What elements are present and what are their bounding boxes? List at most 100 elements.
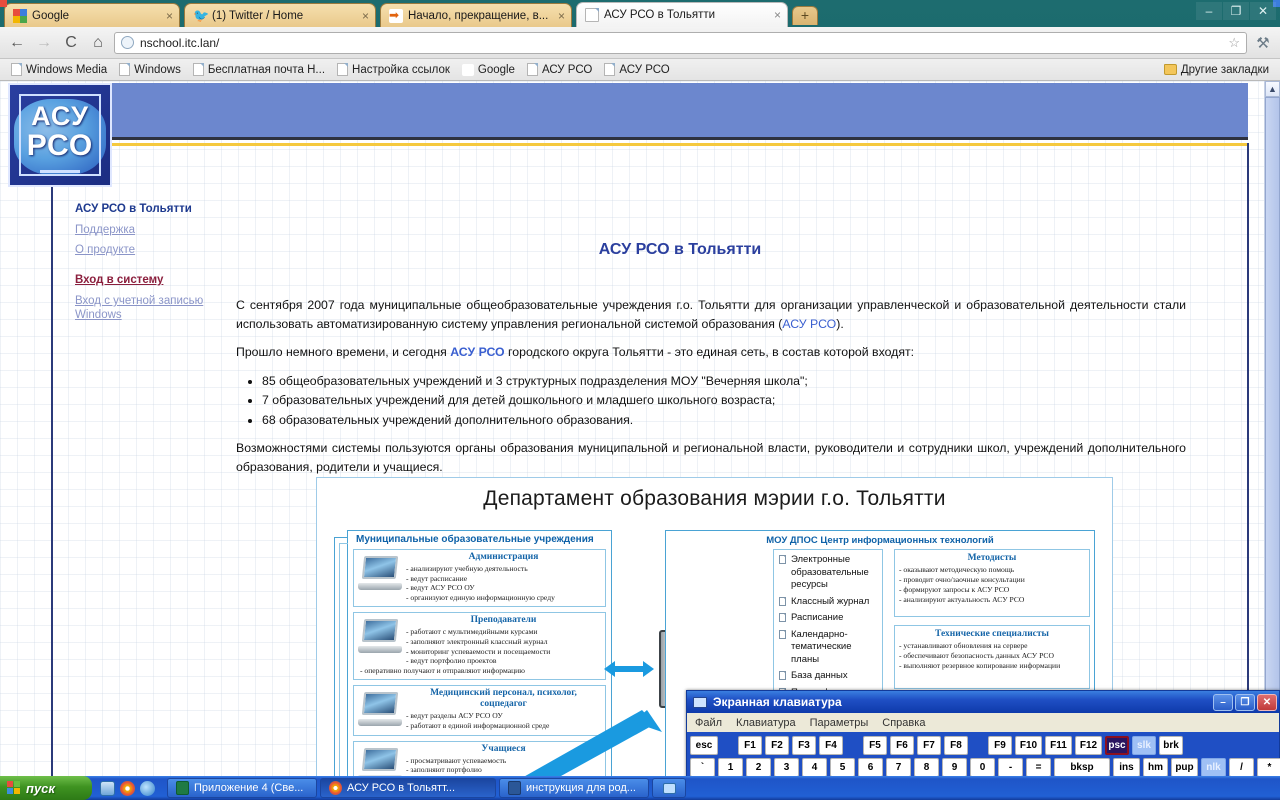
minimize-button[interactable]: – — [1213, 693, 1233, 711]
key-2[interactable]: 2 — [746, 758, 771, 777]
key-1[interactable]: 1 — [718, 758, 743, 777]
taskbar-item-keyboard[interactable] — [652, 778, 686, 798]
key-[interactable]: * — [1257, 758, 1280, 777]
sidebar-link-login[interactable]: Вход в систему — [75, 274, 235, 286]
close-icon[interactable]: × — [558, 10, 565, 22]
menu-item-settings[interactable]: Параметры — [810, 717, 869, 729]
forward-button[interactable]: → — [33, 32, 55, 54]
key-brk[interactable]: brk — [1159, 736, 1183, 755]
key-[interactable]: - — [998, 758, 1023, 777]
asu-rso-logo[interactable]: АСУ РСО — [8, 83, 112, 187]
explorer-icon[interactable] — [100, 780, 115, 796]
asu-rso-link[interactable]: АСУ РСО — [782, 317, 836, 331]
bookmark-star-icon[interactable]: ☆ — [1228, 35, 1240, 51]
browser-tab-2[interactable]: Начало, прекращение, в... × — [380, 3, 572, 27]
tab-title: Google — [32, 9, 70, 22]
bookmark-item[interactable]: АСУ РСО — [599, 62, 674, 77]
document-icon — [585, 8, 599, 22]
home-button[interactable]: ⌂ — [87, 32, 109, 54]
key-0[interactable]: 0 — [970, 758, 995, 777]
bookmark-item[interactable]: АСУ РСО — [522, 62, 597, 77]
bookmark-item[interactable]: Windows Media — [6, 62, 112, 77]
key-pup[interactable]: pup — [1171, 758, 1198, 777]
card-line: - оперативно получают и отправляют инфор… — [360, 665, 525, 675]
key-psc[interactable]: psc — [1105, 736, 1129, 755]
other-bookmarks-button[interactable]: Другие закладки — [1159, 63, 1274, 77]
maximize-button[interactable]: ❐ — [1223, 2, 1249, 20]
bookmark-item[interactable]: Windows — [114, 62, 186, 77]
key-[interactable]: = — [1026, 758, 1051, 777]
key-9[interactable]: 9 — [942, 758, 967, 777]
menu-item-keyboard[interactable]: Клавиатура — [736, 717, 796, 729]
ie-icon[interactable] — [140, 780, 155, 796]
key-f12[interactable]: F12 — [1075, 736, 1102, 755]
key-[interactable]: / — [1229, 758, 1254, 777]
scroll-up-arrow-icon[interactable]: ▲ — [1265, 81, 1280, 97]
key-f10[interactable]: F10 — [1015, 736, 1042, 755]
back-button[interactable]: ← — [6, 32, 28, 54]
close-icon[interactable]: × — [362, 10, 369, 22]
browser-tab-3[interactable]: АСУ РСО в Тольятти × — [576, 2, 788, 27]
key-f8[interactable]: F8 — [944, 736, 968, 755]
key-[interactable]: ` — [690, 758, 715, 777]
close-icon[interactable]: × — [774, 9, 781, 21]
key-hm[interactable]: hm — [1143, 758, 1168, 777]
key-f5[interactable]: F5 — [863, 736, 887, 755]
start-button[interactable]: пуск — [0, 776, 92, 800]
asu-rso-link[interactable]: АСУ РСО — [450, 345, 504, 359]
osk-title-bar[interactable]: Экранная клавиатура – ❐ ✕ — [687, 691, 1279, 713]
taskbar-item-word[interactable]: инструкция для род... — [499, 778, 649, 798]
taskbar-item-chrome[interactable]: АСУ РСО в Тольятт... — [320, 778, 496, 798]
key-f7[interactable]: F7 — [917, 736, 941, 755]
close-button[interactable]: ✕ — [1257, 693, 1277, 711]
tab-title: (1) Twitter / Home — [212, 9, 304, 22]
maximize-button[interactable]: ❐ — [1235, 693, 1255, 711]
key-f9[interactable]: F9 — [988, 736, 1012, 755]
browser-tab-0[interactable]: Google × — [4, 3, 180, 27]
close-button[interactable]: ✕ — [1250, 2, 1276, 20]
bookmark-item[interactable]: Настройка ссылок — [332, 62, 455, 77]
key-8[interactable]: 8 — [914, 758, 939, 777]
key-4[interactable]: 4 — [802, 758, 827, 777]
address-bar[interactable]: nschool.itc.lan/ ☆ — [114, 31, 1247, 54]
sidebar-link-windows-login[interactable]: Вход с учетной записью Windows — [75, 294, 235, 322]
key-5[interactable]: 5 — [830, 758, 855, 777]
close-icon[interactable]: × — [166, 10, 173, 22]
key-f4[interactable]: F4 — [819, 736, 843, 755]
reload-button[interactable]: C — [60, 32, 82, 54]
wrench-menu-icon[interactable]: ⚒ — [1252, 34, 1274, 52]
key-f2[interactable]: F2 — [765, 736, 789, 755]
browser-tab-1[interactable]: 🐦 (1) Twitter / Home × — [184, 3, 376, 27]
key-slk[interactable]: slk — [1132, 736, 1156, 755]
scrollbar-thumb[interactable] — [1265, 97, 1280, 737]
sidebar-link-about[interactable]: О продукте — [75, 244, 235, 256]
document-icon — [779, 613, 786, 622]
service-label: Календарно-тематические планы — [791, 628, 852, 665]
menu-item-help[interactable]: Справка — [882, 717, 925, 729]
key-6[interactable]: 6 — [858, 758, 883, 777]
menu-item-file[interactable]: Файл — [695, 717, 722, 729]
key-f3[interactable]: F3 — [792, 736, 816, 755]
sidebar-link-support[interactable]: Поддержка — [75, 224, 235, 236]
paragraph-1-text-b: ). — [836, 316, 844, 331]
chrome-icon[interactable] — [120, 780, 135, 796]
page-scrollbar[interactable]: ▲ ▼ — [1264, 81, 1280, 776]
bookmark-item[interactable]: Google — [0, 63, 1280, 776]
key-f6[interactable]: F6 — [890, 736, 914, 755]
minimize-button[interactable]: – — [1196, 2, 1222, 20]
osk-row-function: esc F1 F2 F3 F4 F5 F6 F7 F8 F9 F10 F11 F12 psc slk brk — [690, 736, 1276, 755]
new-tab-button[interactable]: + — [792, 6, 818, 25]
site-banner — [110, 83, 1248, 140]
key-ins[interactable]: ins — [1113, 758, 1140, 777]
bookmark-item[interactable]: Бесплатная почта Н... — [188, 62, 330, 77]
twitter-icon: 🐦 — [193, 7, 210, 23]
key-3[interactable]: 3 — [774, 758, 799, 777]
key-bksp[interactable]: bksp — [1054, 758, 1110, 777]
key-esc[interactable]: esc — [690, 736, 718, 755]
key-f11[interactable]: F11 — [1045, 736, 1072, 755]
key-7[interactable]: 7 — [886, 758, 911, 777]
right-rule — [1247, 143, 1249, 776]
taskbar-item-excel[interactable]: Приложение 4 (Све... — [167, 778, 317, 798]
key-nlk[interactable]: nlk — [1201, 758, 1226, 777]
key-f1[interactable]: F1 — [738, 736, 762, 755]
